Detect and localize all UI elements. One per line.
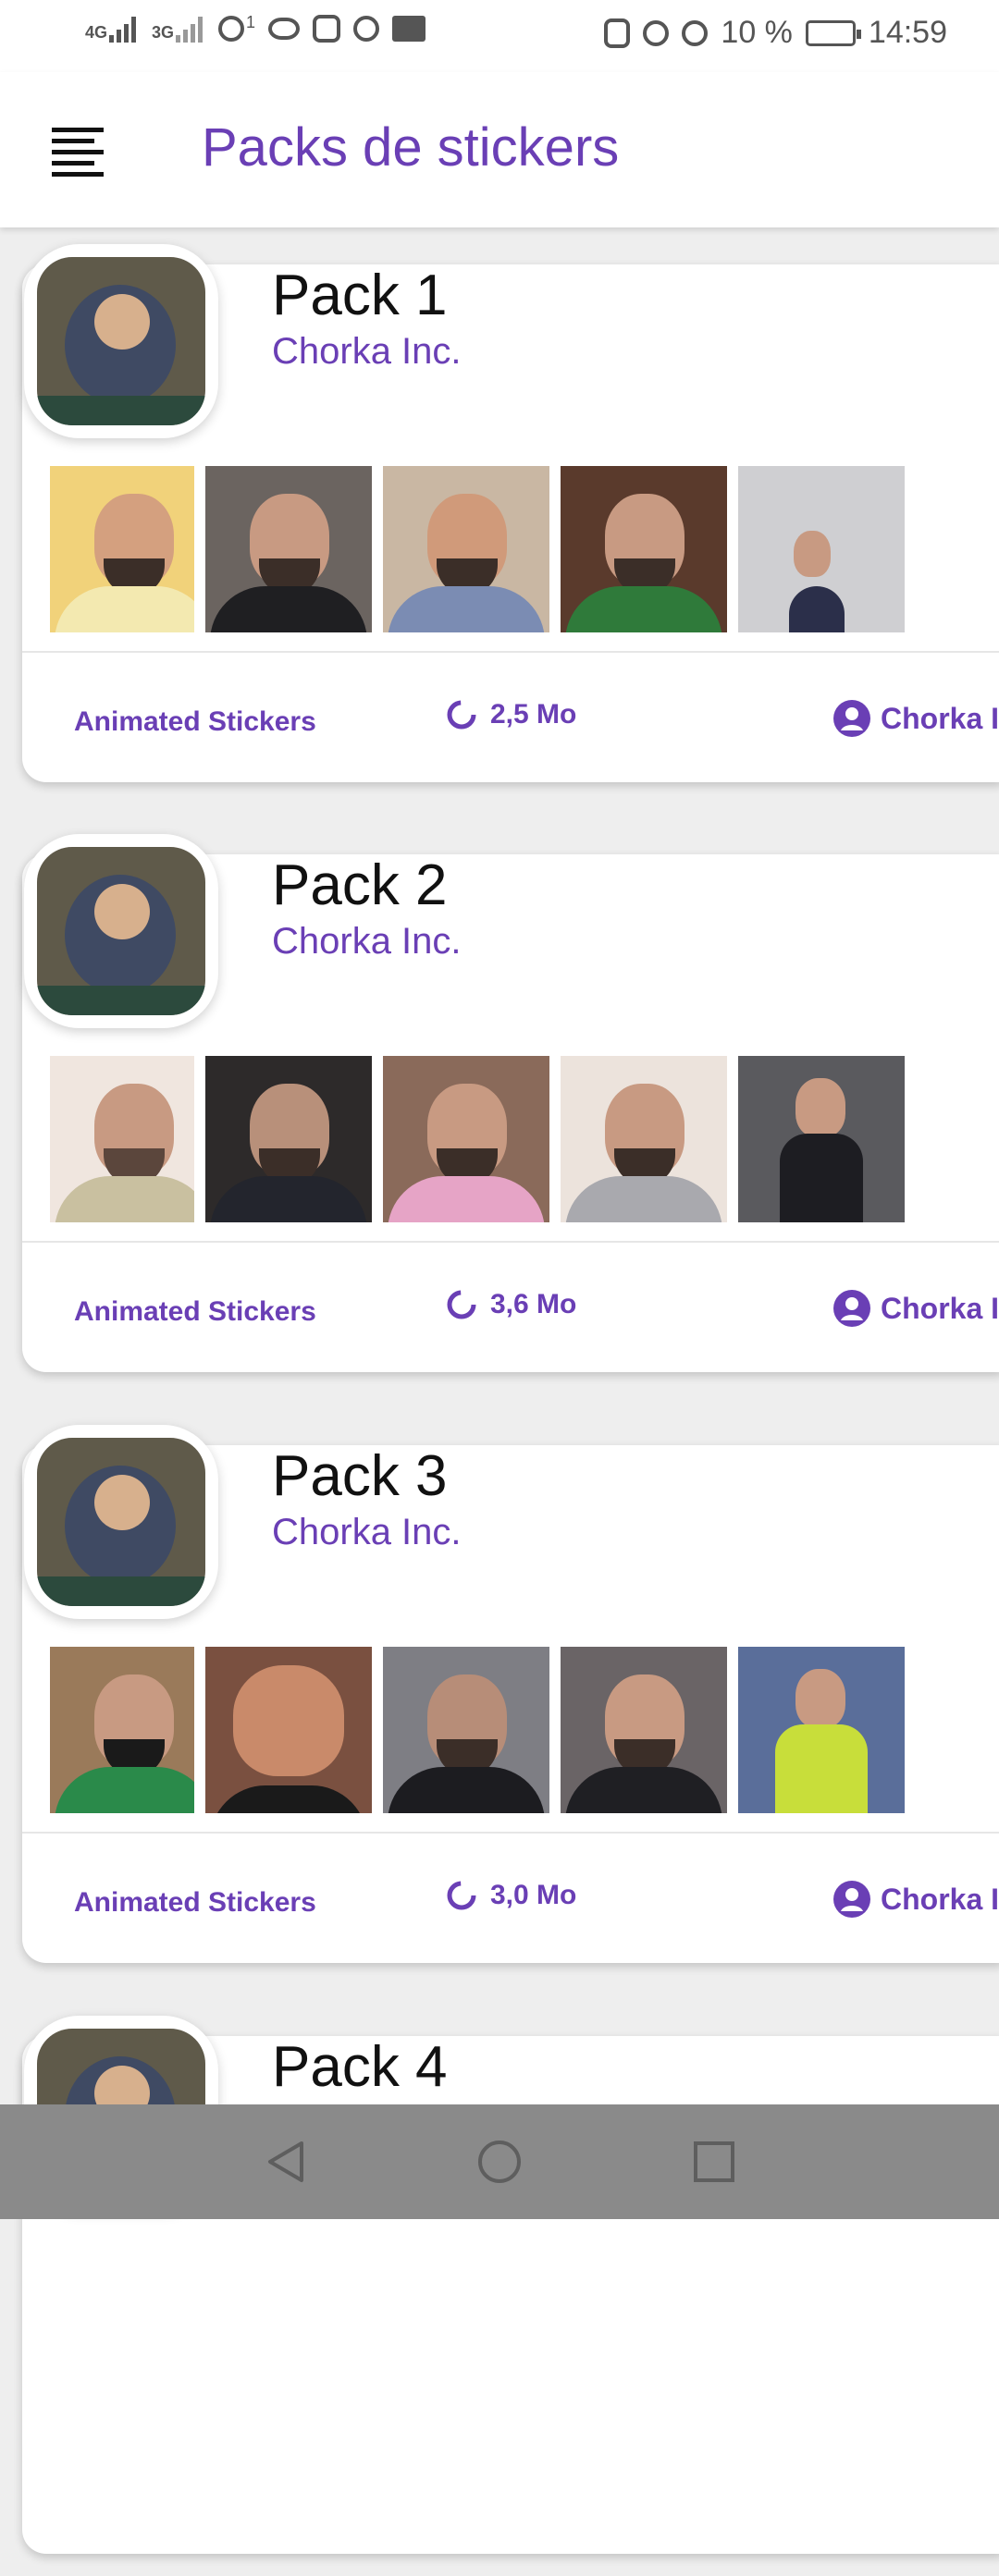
hotspot-count: 1: [246, 12, 256, 31]
status-right: 10 % 14:59: [604, 15, 947, 51]
pack-size-label: 2,5 Mo: [490, 699, 577, 730]
sticker-preview: [561, 1647, 727, 1813]
pack-size: 2,5 Mo: [446, 699, 576, 730]
sticker-preview: [383, 1647, 549, 1813]
pack-author: Chorka Inc.: [272, 1512, 462, 1552]
pack-tray-image: [37, 257, 205, 425]
sticker-preview: [50, 1056, 194, 1222]
pack-type-label: Animated Stickers: [74, 706, 316, 737]
sticker-preview: [738, 466, 905, 632]
sticker-preview: [205, 466, 372, 632]
size-icon: [447, 700, 476, 730]
pack-size-label: 3,0 Mo: [490, 1880, 577, 1910]
pack-author: Chorka Inc.: [272, 921, 462, 962]
alarm-icon: [643, 19, 670, 46]
sticker-preview: [205, 1647, 372, 1813]
app-bar: Packs de stickers: [0, 72, 999, 227]
pack-publisher-label: Chorka In: [881, 701, 999, 735]
pack-tray-icon: [24, 244, 218, 438]
hotspot-icon: [218, 16, 245, 42]
status-bar: 4G 3G 1 10 % 14:59: [0, 0, 999, 72]
sticker-preview: [383, 466, 549, 632]
sticker-preview: [561, 1056, 727, 1222]
pack-publisher-label: Chorka In: [881, 1882, 999, 1916]
pack-title: Pack 4: [272, 2035, 448, 2099]
size-icon: [447, 1881, 476, 1910]
sticker-preview: [738, 1647, 905, 1813]
sticker-preview: [383, 1056, 549, 1222]
pack-publisher: Chorka In: [832, 1289, 999, 1328]
pack-publisher: Chorka In: [832, 1880, 999, 1919]
pack-type-label: Animated Stickers: [74, 1296, 316, 1327]
battery-percentage: 10 %: [721, 15, 793, 50]
sticker-preview: [50, 1647, 194, 1813]
menu-icon[interactable]: [52, 128, 104, 178]
pack-size: 3,0 Mo: [446, 1880, 576, 1911]
speedometer-icon: [682, 19, 709, 46]
sticker-preview: [738, 1056, 905, 1222]
pack-title: Pack 3: [272, 1444, 448, 1508]
sticker-preview: [561, 466, 727, 632]
pack-title: Pack 2: [272, 853, 448, 917]
instagram-icon: [313, 15, 341, 43]
pack-card-1[interactable]: Pack 1 Chorka Inc. Animated Stickers 2,5…: [0, 227, 999, 804]
status-left: 4G 3G 1: [85, 12, 426, 43]
pack-tray-image: [37, 1438, 205, 1606]
pack-publisher: Chorka In: [832, 699, 999, 738]
signal-bars-icon: [107, 15, 139, 43]
mail-icon: [392, 16, 426, 42]
person-icon: [833, 1881, 870, 1918]
card-divider: [22, 1241, 999, 1243]
clock: 14:59: [868, 15, 947, 50]
network-type-label: 3G: [152, 23, 175, 42]
pack-tray-icon: [24, 1425, 218, 1619]
page-title: Packs de stickers: [202, 117, 620, 178]
network-type-label: 4G: [85, 23, 108, 42]
eye-icon: [268, 18, 301, 40]
pack-size-label: 3,6 Mo: [490, 1289, 577, 1319]
card-divider: [22, 1832, 999, 1834]
b-app-icon: [353, 16, 380, 42]
home-icon[interactable]: [475, 2138, 524, 2186]
size-icon: [447, 1290, 476, 1319]
battery-icon: [805, 19, 861, 46]
signal-3g: 3G: [152, 15, 205, 43]
pack-title: Pack 1: [272, 264, 448, 327]
pack-card-2[interactable]: Pack 2 Chorka Inc. Animated Stickers 3,6…: [0, 817, 999, 1394]
pack-author: Chorka Inc.: [272, 331, 462, 372]
pack-card-4[interactable]: Pack 4: [0, 1999, 999, 2576]
signal-bars-icon: [174, 15, 205, 43]
pack-type-label: Animated Stickers: [74, 1887, 316, 1918]
card-divider: [22, 651, 999, 653]
person-icon: [833, 700, 870, 737]
system-navigation-bar: [0, 2104, 999, 2219]
nfc-icon: [604, 18, 631, 48]
person-icon: [833, 1290, 870, 1327]
sticker-preview: [205, 1056, 372, 1222]
signal-4g: 4G: [85, 15, 139, 43]
pack-card-3[interactable]: Pack 3 Chorka Inc. Animated Stickers 3,0…: [0, 1408, 999, 1985]
recents-icon[interactable]: [690, 2138, 738, 2186]
back-icon[interactable]: [261, 2138, 309, 2186]
pack-size: 3,6 Mo: [446, 1289, 576, 1320]
pack-tray-image: [37, 847, 205, 1015]
pack-tray-icon: [24, 834, 218, 1028]
sticker-preview: [50, 466, 194, 632]
pack-publisher-label: Chorka In: [881, 1291, 999, 1325]
